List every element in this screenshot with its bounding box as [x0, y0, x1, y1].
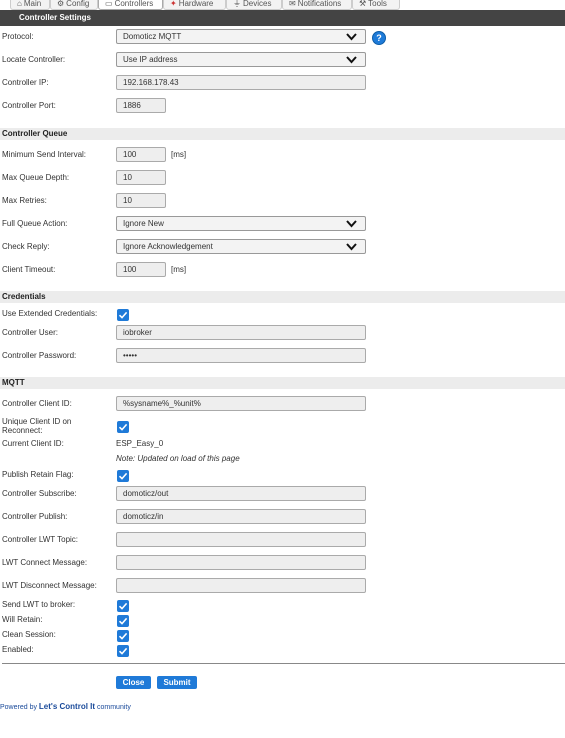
tab-controllers[interactable]: ▭ Controllers — [98, 0, 163, 10]
chevron-down-icon — [346, 243, 357, 251]
current-client-id-note: Note: Updated on load of this page — [116, 454, 240, 463]
locate-controller-value: Use IP address — [123, 55, 178, 64]
footer-brand-link[interactable]: Let's Control It — [39, 702, 95, 711]
extended-credentials-checkbox[interactable] — [117, 309, 129, 321]
gear-icon: ⚙ — [57, 0, 65, 8]
publish-retain-checkbox[interactable] — [117, 470, 129, 482]
enabled-checkbox[interactable] — [117, 645, 129, 657]
tab-bar: ⌂ Main ⚙ Config ▭ Controllers ✦ Hardware ⏚ De… — [0, 0, 565, 10]
checkmark-icon — [118, 472, 128, 480]
controller-user-label: Controller User: — [2, 328, 59, 337]
max-retries-input[interactable]: 10 — [116, 193, 166, 208]
protocol-label: Protocol: — [2, 32, 34, 41]
send-lwt-checkbox[interactable] — [117, 600, 129, 612]
submit-button[interactable]: Submit — [157, 676, 197, 689]
wrench-icon: ⚒ — [359, 0, 367, 8]
checkmark-icon — [118, 647, 128, 655]
client-timeout-unit: [ms] — [171, 265, 187, 274]
clean-session-label: Clean Session: — [2, 630, 56, 639]
plug-icon: ⏚ — [233, 0, 241, 8]
full-queue-action-label: Full Queue Action: — [2, 219, 68, 228]
min-send-interval-label: Minimum Send Interval: — [2, 150, 87, 159]
min-send-interval-unit: [ms] — [171, 150, 187, 159]
max-queue-depth-input[interactable]: 10 — [116, 170, 166, 185]
home-icon: ⌂ — [17, 0, 22, 8]
tab-config[interactable]: ⚙ Config — [50, 0, 98, 10]
max-queue-depth-label: Max Queue Depth: — [2, 173, 70, 182]
checkmark-icon — [118, 311, 128, 319]
protocol-select[interactable]: Domoticz MQTT — [116, 29, 366, 44]
will-retain-checkbox[interactable] — [117, 615, 129, 627]
unique-client-id-label: Unique Client ID on Reconnect: — [2, 417, 72, 435]
controller-ip-input[interactable]: 192.168.178.43 — [116, 75, 366, 90]
footer-suffix: community — [95, 704, 131, 711]
chevron-down-icon — [346, 220, 357, 228]
section-mqtt: MQTT — [0, 377, 565, 389]
will-retain-label: Will Retain: — [2, 615, 43, 624]
locate-controller-label: Locate Controller: — [2, 55, 66, 64]
enabled-label: Enabled: — [2, 645, 34, 654]
max-retries-label: Max Retries: — [2, 196, 47, 205]
lwt-topic-label: Controller LWT Topic: — [2, 535, 79, 544]
client-id-label: Controller Client ID: — [2, 399, 72, 408]
controller-port-label: Controller Port: — [2, 101, 56, 110]
controller-publish-label: Controller Publish: — [2, 512, 68, 521]
controller-port-input[interactable]: 1886 — [116, 98, 166, 113]
publish-retain-label: Publish Retain Flag: — [2, 470, 74, 479]
close-button[interactable]: Close — [116, 676, 151, 689]
controller-password-input[interactable]: ••••• — [116, 348, 366, 363]
tab-devices[interactable]: ⏚ Devices — [226, 0, 282, 10]
tab-tools[interactable]: ⚒ Tools — [352, 0, 400, 10]
chevron-down-icon — [346, 33, 357, 41]
check-reply-value: Ignore Acknowledgement — [123, 242, 213, 251]
unique-client-id-checkbox[interactable] — [117, 421, 129, 433]
client-id-input[interactable]: %sysname%_%unit% — [116, 396, 366, 411]
controller-subscribe-input[interactable]: domoticz/out — [116, 486, 366, 501]
lwt-connect-input[interactable] — [116, 555, 366, 570]
lwt-disconnect-input[interactable] — [116, 578, 366, 593]
client-timeout-input[interactable]: 100 — [116, 262, 166, 277]
footer-prefix: Powered by — [0, 704, 39, 711]
mail-icon: ✉ — [289, 0, 296, 8]
tab-notifications[interactable]: ✉ Notifications — [282, 0, 352, 10]
send-lwt-label: Send LWT to broker: — [2, 600, 76, 609]
clean-session-checkbox[interactable] — [117, 630, 129, 642]
extended-credentials-label: Use Extended Credentials: — [2, 309, 98, 318]
full-queue-action-value: Ignore New — [123, 219, 164, 228]
footer: Powered by Let's Control It community — [0, 702, 131, 713]
tab-hardware[interactable]: ✦ Hardware — [163, 0, 226, 10]
controller-ip-label: Controller IP: — [2, 78, 49, 87]
lwt-disconnect-label: LWT Disconnect Message: — [2, 581, 97, 590]
checkmark-icon — [118, 632, 128, 640]
lwt-connect-label: LWT Connect Message: — [2, 558, 88, 567]
checkmark-icon — [118, 602, 128, 610]
pin-icon: ✦ — [170, 0, 177, 8]
lwt-topic-input[interactable] — [116, 532, 366, 547]
help-icon[interactable]: ? — [372, 31, 386, 45]
controller-password-label: Controller Password: — [2, 351, 77, 360]
check-reply-label: Check Reply: — [2, 242, 50, 251]
current-client-id-value: ESP_Easy_0 — [116, 439, 164, 448]
controller-user-input[interactable]: iobroker — [116, 325, 366, 340]
current-client-id-label: Current Client ID: — [2, 439, 64, 448]
controller-publish-input[interactable]: domoticz/in — [116, 509, 366, 524]
tab-main[interactable]: ⌂ Main — [10, 0, 50, 10]
section-controller-queue: Controller Queue — [0, 128, 565, 140]
checkmark-icon — [118, 423, 128, 431]
check-reply-select[interactable]: Ignore Acknowledgement — [116, 239, 366, 254]
checkmark-icon — [118, 617, 128, 625]
divider — [2, 663, 565, 664]
controller-subscribe-label: Controller Subscribe: — [2, 489, 77, 498]
section-credentials: Credentials — [0, 291, 565, 303]
client-timeout-label: Client Timeout: — [2, 265, 56, 274]
page-title: Controller Settings — [0, 10, 565, 26]
protocol-value: Domoticz MQTT — [123, 32, 182, 41]
chevron-down-icon — [346, 56, 357, 64]
full-queue-action-select[interactable]: Ignore New — [116, 216, 366, 231]
comment-icon: ▭ — [105, 0, 113, 8]
locate-controller-select[interactable]: Use IP address — [116, 52, 366, 67]
min-send-interval-input[interactable]: 100 — [116, 147, 166, 162]
